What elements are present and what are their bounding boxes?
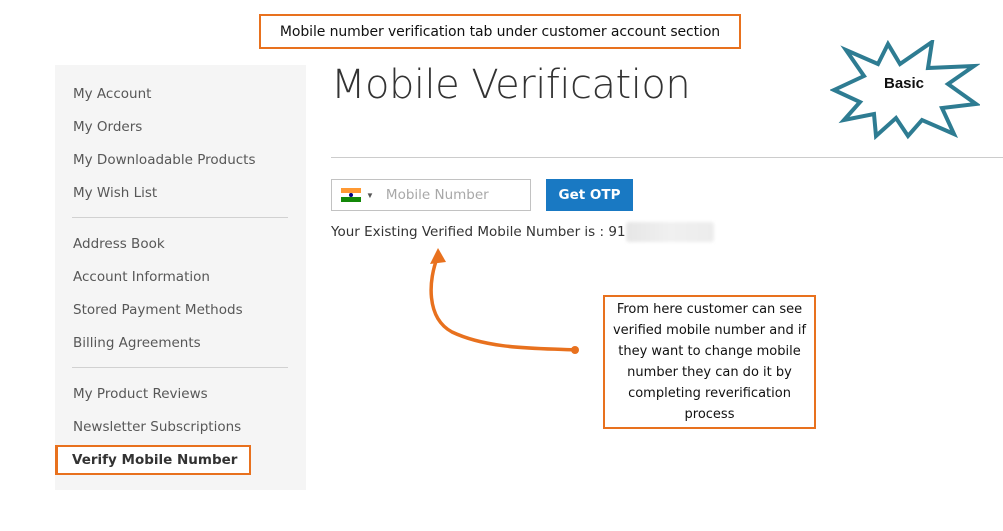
mobile-number-input[interactable] <box>385 181 516 209</box>
title-divider <box>331 157 1003 158</box>
note-callout-text: From here customer can see verified mobi… <box>612 302 807 422</box>
blurred-number-mask <box>625 222 714 242</box>
sidebar-item-downloadable-products[interactable]: My Downloadable Products <box>73 152 256 168</box>
sidebar-item-address-book[interactable]: Address Book <box>73 236 165 252</box>
sidebar-item-account-information[interactable]: Account Information <box>73 269 210 285</box>
account-sidebar: My Account My Orders My Downloadable Pro… <box>55 65 306 490</box>
sidebar-item-newsletter-subscriptions[interactable]: Newsletter Subscriptions <box>73 419 241 435</box>
top-callout: Mobile number verification tab under cus… <box>259 14 741 49</box>
sidebar-divider <box>72 217 288 218</box>
top-callout-text: Mobile number verification tab under cus… <box>279 23 721 40</box>
badge-label: Basic <box>883 75 925 92</box>
existing-number-text: Your Existing Verified Mobile Number is … <box>331 224 626 240</box>
sidebar-divider <box>72 367 288 368</box>
sidebar-item-stored-payment-methods[interactable]: Stored Payment Methods <box>73 302 243 318</box>
active-item-bar <box>55 445 58 475</box>
sidebar-item-my-account[interactable]: My Account <box>73 86 151 102</box>
existing-number-line: Your Existing Verified Mobile Number is … <box>331 222 714 242</box>
page-title: Mobile Verification <box>331 62 691 108</box>
sidebar-item-wish-list[interactable]: My Wish List <box>73 185 157 201</box>
sidebar-item-billing-agreements[interactable]: Billing Agreements <box>73 335 201 351</box>
sidebar-item-my-orders[interactable]: My Orders <box>73 119 142 135</box>
get-otp-button[interactable]: Get OTP <box>546 179 633 211</box>
india-flag-icon[interactable] <box>341 188 361 203</box>
curved-arrow-icon <box>429 248 579 354</box>
sidebar-item-product-reviews[interactable]: My Product Reviews <box>73 386 208 402</box>
sidebar-item-verify-mobile-number[interactable]: Verify Mobile Number <box>72 452 237 468</box>
chevron-down-icon[interactable]: ▼ <box>366 191 374 200</box>
mobile-number-input-group: ▼ <box>331 179 531 211</box>
note-callout: From here customer can see verified mobi… <box>603 295 816 429</box>
